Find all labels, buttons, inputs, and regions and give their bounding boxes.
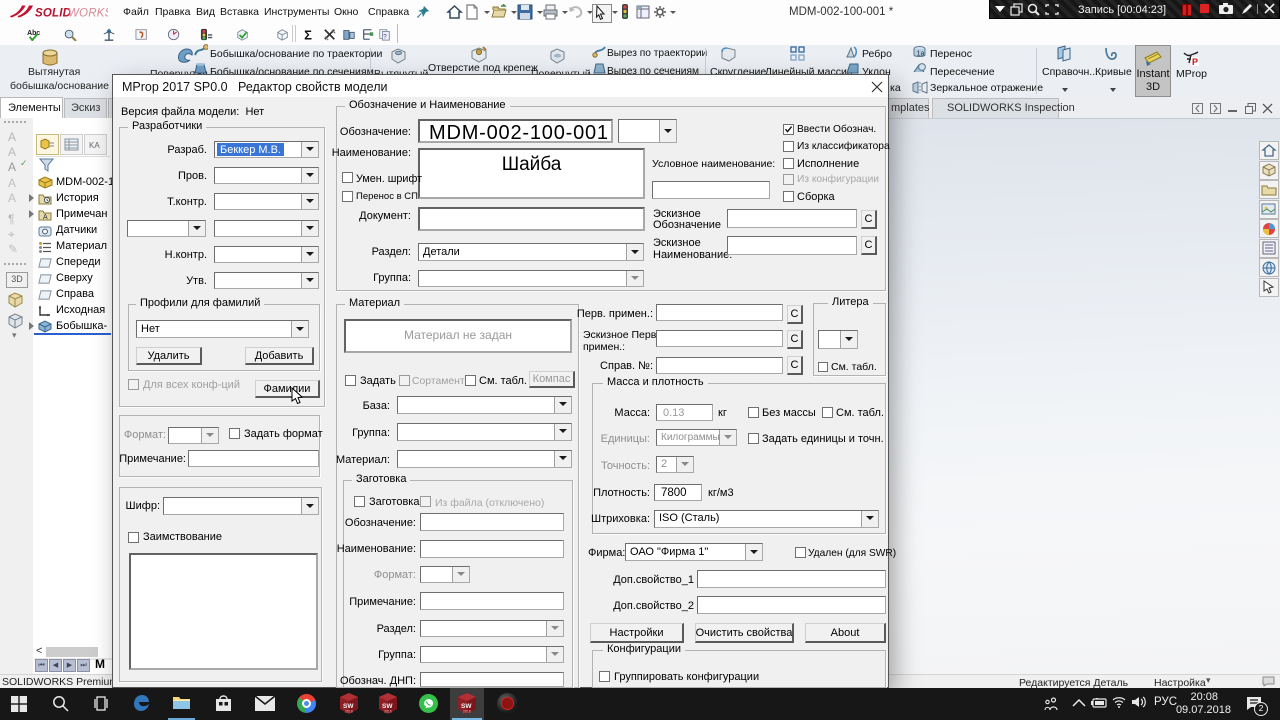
svg-text:SOLID: SOLID [35, 8, 71, 20]
svg-text:P: P [1192, 57, 1198, 67]
svg-text:A: A [43, 214, 48, 221]
svg-text:WORKS: WORKS [68, 8, 108, 20]
svg-text:Σ: Σ [304, 28, 312, 41]
svg-text:1а: 1а [917, 51, 925, 58]
svg-text:ΚΑ: ΚΑ [89, 141, 100, 150]
svg-text:2018: 2018 [345, 710, 353, 714]
svg-text:2018: 2018 [463, 710, 471, 714]
svg-text:2016: 2016 [384, 710, 392, 714]
svg-text:Abc: Abc [27, 30, 40, 37]
